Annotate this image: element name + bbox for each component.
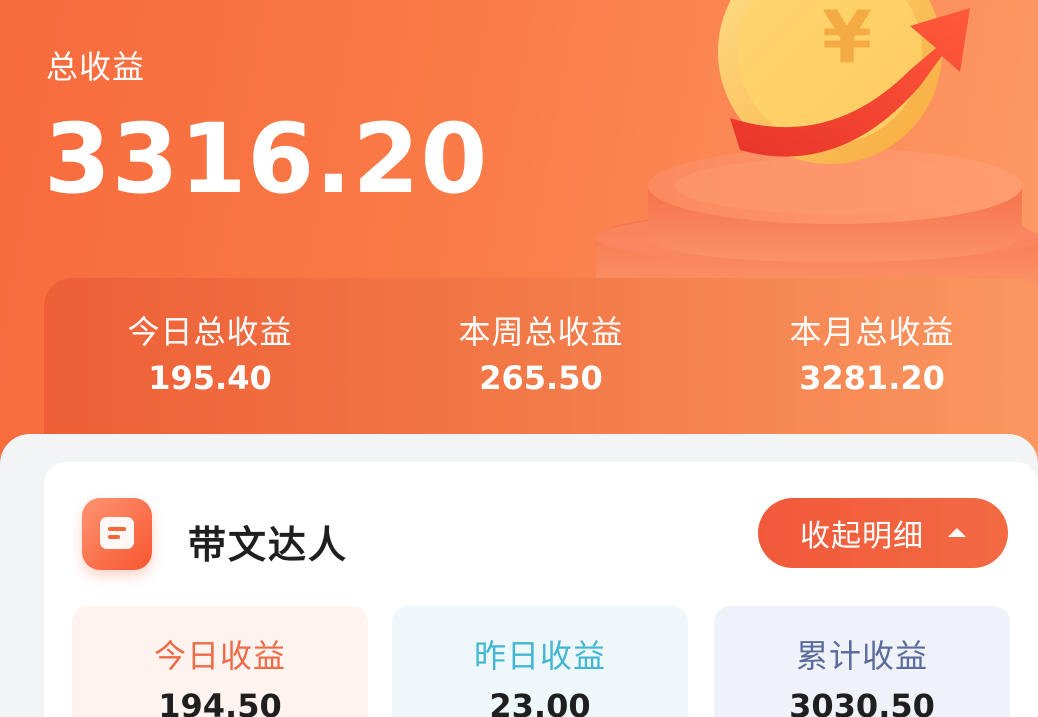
earnings-page: 总收益 3316.20 ¥ 今日总收益 195.40 本周总收益 265.50 … [0, 0, 1038, 717]
summary-week-value: 265.50 [479, 359, 603, 397]
total-earnings-label: 总收益 [46, 48, 146, 86]
stat-yesterday-value: 23.00 [489, 687, 591, 717]
summary-today-label: 今日总收益 [127, 313, 293, 351]
summary-week-label: 本周总收益 [458, 313, 624, 351]
stat-yesterday: 昨日收益 23.00 [392, 606, 688, 717]
summary-month-label: 本月总收益 [789, 313, 955, 351]
stat-total-label: 累计收益 [795, 637, 928, 675]
document-icon [82, 498, 152, 570]
card-title: 带文达人 [188, 523, 349, 567]
total-earnings-amount: 3316.20 [44, 103, 489, 215]
caret-up-icon [948, 527, 966, 537]
svg-text:¥: ¥ [822, 0, 872, 79]
earnings-summary: 今日总收益 195.40 本周总收益 265.50 本月总收益 3281.20 [44, 278, 1038, 448]
coin-podium-illustration: ¥ [596, 0, 1038, 290]
summary-today: 今日总收益 195.40 [60, 312, 360, 398]
stat-total-value: 3030.50 [789, 687, 935, 717]
stat-yesterday-label: 昨日收益 [473, 637, 606, 675]
summary-month: 本月总收益 3281.20 [722, 312, 1022, 398]
summary-today-value: 195.40 [148, 359, 272, 397]
stat-today-label: 今日收益 [153, 637, 286, 675]
stat-today: 今日收益 194.50 [72, 606, 368, 717]
collapse-details-label: 收起明细 [800, 519, 924, 554]
stat-total: 累计收益 3030.50 [714, 606, 1010, 717]
summary-week: 本周总收益 265.50 [391, 312, 691, 398]
collapse-details-button[interactable]: 收起明细 [758, 498, 1008, 568]
stat-today-value: 194.50 [158, 687, 282, 717]
summary-month-value: 3281.20 [799, 359, 945, 397]
